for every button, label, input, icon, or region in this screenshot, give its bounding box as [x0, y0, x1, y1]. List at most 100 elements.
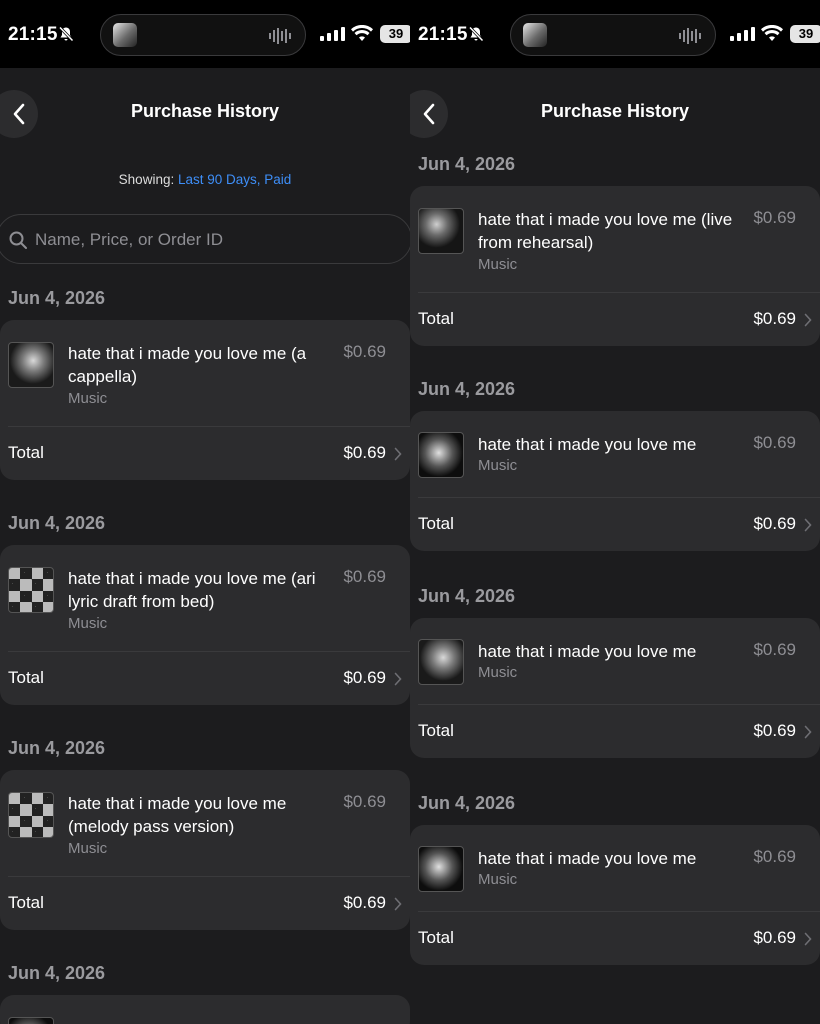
total-row[interactable]: Total $0.69	[410, 705, 820, 758]
filter-link[interactable]: Last 90 Days, Paid	[178, 172, 291, 187]
purchase-date: Jun 4, 2026	[8, 513, 106, 533]
album-artwork	[8, 792, 54, 838]
purchase-card[interactable]: hate that i made you love me Music $0.69…	[410, 411, 820, 551]
chevron-right-icon	[394, 672, 402, 686]
bell-muted-icon	[468, 26, 484, 42]
waveform-icon	[269, 28, 291, 44]
total-row[interactable]: Total $0.69	[0, 652, 410, 705]
purchase-card[interactable]: hate that i made you love me (a cappella…	[0, 320, 410, 480]
page-title: Purchase History	[540, 101, 690, 121]
chevron-right-icon	[804, 518, 812, 532]
album-artwork	[8, 1017, 54, 1024]
total-row[interactable]: Total $0.69	[410, 912, 820, 965]
purchase-item[interactable]: hate that i made you love me (live from …	[410, 186, 820, 292]
item-kind: Music	[68, 615, 108, 632]
total-label: Total	[418, 309, 454, 328]
item-title: hate that i made you love me	[478, 849, 697, 868]
wifi-icon	[351, 25, 373, 41]
purchase-history-screen-right: 21:15 39 Purchase History Jun 4, 2026 ha…	[410, 0, 820, 1024]
purchase-card[interactable]: hate that i made you love me (live from …	[410, 186, 820, 346]
total-row[interactable]: Total $0.69	[0, 427, 410, 480]
purchase-date: Jun 4, 2026	[418, 586, 516, 606]
item-kind: Music	[478, 457, 518, 474]
item-kind: Music	[478, 256, 518, 273]
item-title: hate that i made you love me (melody pas…	[68, 794, 287, 836]
chevron-right-icon	[804, 313, 812, 327]
item-kind: Music	[68, 390, 108, 407]
item-price: $0.69	[753, 208, 796, 227]
status-time: 21:15	[418, 24, 468, 45]
item-title: hate that i made you love me (ari lyric …	[68, 569, 316, 611]
purchase-item[interactable]: hate that i made you love me (a cappella…	[0, 320, 410, 426]
total-row[interactable]: Total $0.69	[410, 293, 820, 346]
total-value: $0.69	[343, 893, 386, 912]
item-kind: Music	[478, 871, 518, 888]
purchase-item[interactable]: hate that i made you love me Music $0.69	[410, 618, 820, 704]
chevron-right-icon	[804, 725, 812, 739]
dynamic-island[interactable]	[510, 14, 716, 56]
filter-summary: Showing: Last 90 Days, Paid	[0, 172, 410, 187]
now-playing-artwork	[523, 23, 547, 47]
chevron-right-icon	[804, 932, 812, 946]
item-price: $0.69	[343, 342, 386, 361]
purchase-date: Jun 4, 2026	[8, 963, 106, 983]
bell-muted-icon	[58, 26, 74, 42]
battery-icon: 39	[380, 25, 410, 43]
total-label: Total	[8, 893, 44, 912]
wifi-icon	[761, 25, 783, 41]
filter-prefix: Showing:	[118, 172, 175, 187]
album-artwork	[418, 639, 464, 685]
item-price: $0.69	[343, 567, 386, 586]
nav-bar: Purchase History	[0, 68, 410, 156]
purchase-card[interactable]: hate that i made you love me Music $0.69…	[410, 825, 820, 965]
purchase-date: Jun 4, 2026	[418, 793, 516, 813]
chevron-right-icon	[394, 897, 402, 911]
purchase-item[interactable]: hate that i made you love me (ari lyric …	[0, 545, 410, 651]
album-artwork	[418, 846, 464, 892]
cellular-signal-icon	[320, 27, 345, 41]
item-kind: Music	[68, 840, 108, 857]
total-value: $0.69	[753, 309, 796, 328]
item-title: hate that i made you love me (a cappella…	[68, 344, 307, 386]
status-bar: 21:15 39	[0, 0, 410, 68]
purchase-item[interactable]: hate that i made you love me Music $0.69	[410, 825, 820, 911]
nav-bar: Purchase History	[410, 68, 820, 138]
item-title: hate that i made you love me (live from …	[478, 210, 733, 252]
total-value: $0.69	[753, 928, 796, 947]
search-field[interactable]	[0, 214, 410, 264]
search-input[interactable]	[35, 228, 375, 252]
album-artwork	[8, 342, 54, 388]
purchase-item[interactable]: hate that i made you love me Music $0.69	[410, 411, 820, 497]
chevron-right-icon	[394, 447, 402, 461]
purchase-item[interactable]: hate that i made you love me (melody pas…	[0, 770, 410, 876]
purchase-date: Jun 4, 2026	[418, 379, 516, 399]
total-label: Total	[8, 443, 44, 462]
purchase-card[interactable]: hate that i made you love me (melody pas…	[0, 770, 410, 930]
purchase-card[interactable]	[0, 995, 410, 1024]
battery-icon: 39	[790, 25, 820, 43]
page-title: Purchase History	[130, 101, 280, 121]
album-artwork	[418, 208, 464, 254]
purchase-date: Jun 4, 2026	[418, 154, 516, 174]
dynamic-island[interactable]	[100, 14, 306, 56]
item-price: $0.69	[753, 640, 796, 659]
total-label: Total	[418, 928, 454, 947]
waveform-icon	[679, 28, 701, 44]
status-time: 21:15	[8, 24, 58, 45]
now-playing-artwork	[113, 23, 137, 47]
item-title: hate that i made you love me	[478, 642, 697, 661]
item-title: hate that i made you love me	[478, 435, 697, 454]
purchase-card[interactable]: hate that i made you love me (ari lyric …	[0, 545, 410, 705]
total-row[interactable]: Total $0.69	[410, 498, 820, 551]
album-artwork	[8, 567, 54, 613]
purchase-date: Jun 4, 2026	[8, 738, 106, 758]
total-row[interactable]: Total $0.69	[0, 877, 410, 930]
status-bar: 21:15 39	[410, 0, 820, 68]
item-price: $0.69	[343, 792, 386, 811]
search-icon	[9, 231, 27, 249]
total-value: $0.69	[343, 668, 386, 687]
cellular-signal-icon	[730, 27, 755, 41]
purchase-history-screen-left: 21:15 39 Purchase History Showing: Last …	[0, 0, 410, 1024]
item-kind: Music	[478, 664, 518, 681]
purchase-card[interactable]: hate that i made you love me Music $0.69…	[410, 618, 820, 758]
